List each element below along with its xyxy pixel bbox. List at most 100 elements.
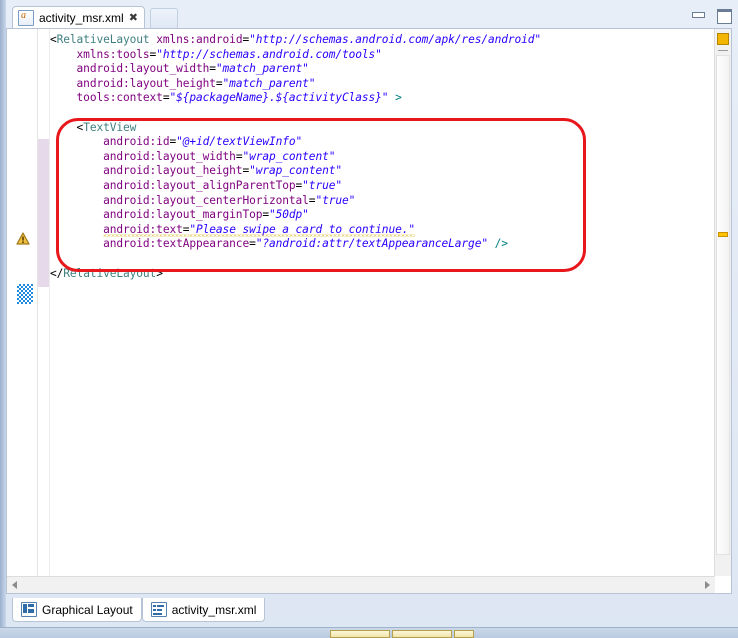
code-token-val: "wrap_content" bbox=[242, 150, 335, 163]
scroll-right-arrow-icon[interactable] bbox=[705, 581, 710, 589]
code-token-plain bbox=[50, 164, 103, 177]
code-token-plain bbox=[50, 135, 103, 148]
taskbar-item[interactable] bbox=[392, 630, 452, 638]
graphical-layout-icon bbox=[21, 602, 37, 617]
vertical-scroll-thumb[interactable] bbox=[716, 55, 730, 555]
code-token-val: "match_parent" bbox=[216, 62, 309, 75]
code-line: android:layout_marginTop="50dp" bbox=[50, 208, 541, 223]
code-token-val: "true" bbox=[302, 179, 342, 192]
code-token-punc: = bbox=[262, 208, 269, 221]
code-token-attr: android:layout_width bbox=[103, 150, 236, 163]
code-token-plain bbox=[488, 237, 495, 250]
change-bar-segment bbox=[38, 139, 49, 287]
code-token-attr: android:layout_alignParentTop bbox=[103, 179, 295, 192]
code-line bbox=[50, 252, 541, 267]
code-token-plain bbox=[50, 121, 77, 134]
code-token-attr: android:layout_marginTop bbox=[103, 208, 262, 221]
code-token-plain bbox=[50, 77, 77, 90]
code-token-val: "match_parent" bbox=[223, 77, 316, 90]
code-token-plain bbox=[50, 91, 77, 104]
code-token-tag: TextView bbox=[83, 121, 136, 134]
editor-tab-strip: activity_msr.xml ✖ bbox=[12, 6, 728, 28]
code-token-punc: = bbox=[216, 77, 223, 90]
code-token-plain bbox=[50, 237, 103, 250]
code-line: android:id="@+id/textViewInfo" bbox=[50, 135, 541, 150]
code-token-plain bbox=[50, 223, 103, 236]
tab-xml-source-label: activity_msr.xml bbox=[172, 603, 257, 617]
code-token-attr: android:layout_width bbox=[77, 62, 210, 75]
code-line: android:layout_centerHorizontal="true" bbox=[50, 194, 541, 209]
tab-graphical-layout[interactable]: Graphical Layout bbox=[12, 598, 142, 622]
code-token-attr: xmlns:android bbox=[156, 33, 242, 46]
xml-source-icon bbox=[151, 602, 167, 617]
code-token-plain bbox=[50, 194, 103, 207]
code-token-val: "http://schemas.android.com/tools" bbox=[156, 48, 382, 61]
code-token-punc: </ bbox=[50, 267, 63, 280]
minimize-button[interactable] bbox=[690, 8, 706, 22]
tab-xml-source[interactable]: activity_msr.xml bbox=[142, 598, 266, 622]
code-line: android:layout_width="match_parent" bbox=[50, 62, 541, 77]
code-line: android:textAppearance="?android:attr/te… bbox=[50, 237, 541, 252]
code-token-attr: android:id bbox=[103, 135, 169, 148]
code-token-plain bbox=[50, 150, 103, 163]
code-editor-area[interactable]: <RelativeLayout xmlns:android="http://sc… bbox=[50, 29, 714, 576]
taskbar-item[interactable] bbox=[454, 630, 474, 638]
editor-tab-label: activity_msr.xml bbox=[39, 11, 124, 25]
editor-page-tabs: Graphical Layout activity_msr.xml bbox=[12, 598, 265, 622]
code-token-tag: RelativeLayout bbox=[63, 267, 156, 280]
code-token-plain bbox=[50, 179, 103, 192]
code-token-plain bbox=[50, 208, 103, 221]
code-token-punc: < bbox=[50, 33, 57, 46]
horizontal-scrollbar[interactable] bbox=[7, 576, 715, 593]
code-line: <RelativeLayout xmlns:android="http://sc… bbox=[50, 33, 541, 48]
code-token-plain bbox=[50, 48, 77, 61]
code-token-attr: android:text bbox=[103, 223, 183, 237]
xml-file-icon bbox=[18, 10, 34, 26]
overview-annotation-marker[interactable] bbox=[718, 232, 728, 237]
code-token-tag: RelativeLayout bbox=[57, 33, 150, 46]
code-token-val: "${packageName}.${activityClass}" bbox=[169, 91, 388, 104]
editor-tab-placeholder bbox=[150, 8, 178, 29]
close-icon[interactable]: ✖ bbox=[129, 12, 138, 23]
code-line: </RelativeLayout> bbox=[50, 267, 541, 282]
code-token-punc: = bbox=[209, 62, 216, 75]
taskbar-sliver bbox=[0, 627, 738, 638]
warning-triangle-icon[interactable] bbox=[16, 232, 30, 246]
code-token-val: "?android:attr/textAppearanceLarge" bbox=[256, 237, 488, 250]
code-token-attr: tools:context bbox=[77, 91, 163, 104]
code-token-val: "@+id/textViewInfo" bbox=[176, 135, 302, 148]
code-token-brk: > bbox=[395, 91, 402, 104]
code-line: android:layout_alignParentTop="true" bbox=[50, 179, 541, 194]
code-line: <TextView bbox=[50, 121, 541, 136]
code-line: xmlns:tools="http://schemas.android.com/… bbox=[50, 48, 541, 63]
editor-tab-activity-msr-xml[interactable]: activity_msr.xml ✖ bbox=[12, 6, 145, 28]
code-token-plain bbox=[50, 62, 77, 75]
vertical-scrollbar[interactable] bbox=[714, 29, 731, 576]
code-token-val: "wrap_content" bbox=[249, 164, 342, 177]
code-token-attr: android:layout_height bbox=[77, 77, 216, 90]
code-token-attr: android:layout_centerHorizontal bbox=[103, 194, 309, 207]
code-line bbox=[50, 106, 541, 121]
code-token-val: "Please swipe a card to continue." bbox=[189, 223, 415, 237]
code-token-val: "http://schemas.android.com/apk/res/andr… bbox=[249, 33, 541, 46]
code-token-punc: = bbox=[249, 237, 256, 250]
code-token-attr: xmlns:tools bbox=[77, 48, 150, 61]
overview-ruler-separator bbox=[718, 50, 728, 51]
code-token-val: "50dp" bbox=[269, 208, 309, 221]
scroll-left-arrow-icon[interactable] bbox=[12, 581, 17, 589]
code-line: android:text="Please swipe a card to con… bbox=[50, 223, 541, 238]
taskbar-item[interactable] bbox=[330, 630, 390, 638]
code-line: android:layout_width="wrap_content" bbox=[50, 150, 541, 165]
annotation-gutter[interactable] bbox=[7, 29, 38, 593]
overview-warning-marker[interactable] bbox=[717, 33, 729, 45]
code-token-attr: android:layout_height bbox=[103, 164, 242, 177]
source-code[interactable]: <RelativeLayout xmlns:android="http://sc… bbox=[50, 33, 541, 281]
annotation-block-icon[interactable] bbox=[17, 284, 33, 304]
maximize-button[interactable] bbox=[716, 8, 732, 22]
code-token-attr: android:textAppearance bbox=[103, 237, 249, 250]
quick-diff-change-bar bbox=[38, 29, 50, 593]
code-line: tools:context="${packageName}.${activity… bbox=[50, 91, 541, 106]
window-controls bbox=[690, 8, 732, 22]
code-token-brk: /> bbox=[495, 237, 508, 250]
code-token-punc: > bbox=[156, 267, 163, 280]
